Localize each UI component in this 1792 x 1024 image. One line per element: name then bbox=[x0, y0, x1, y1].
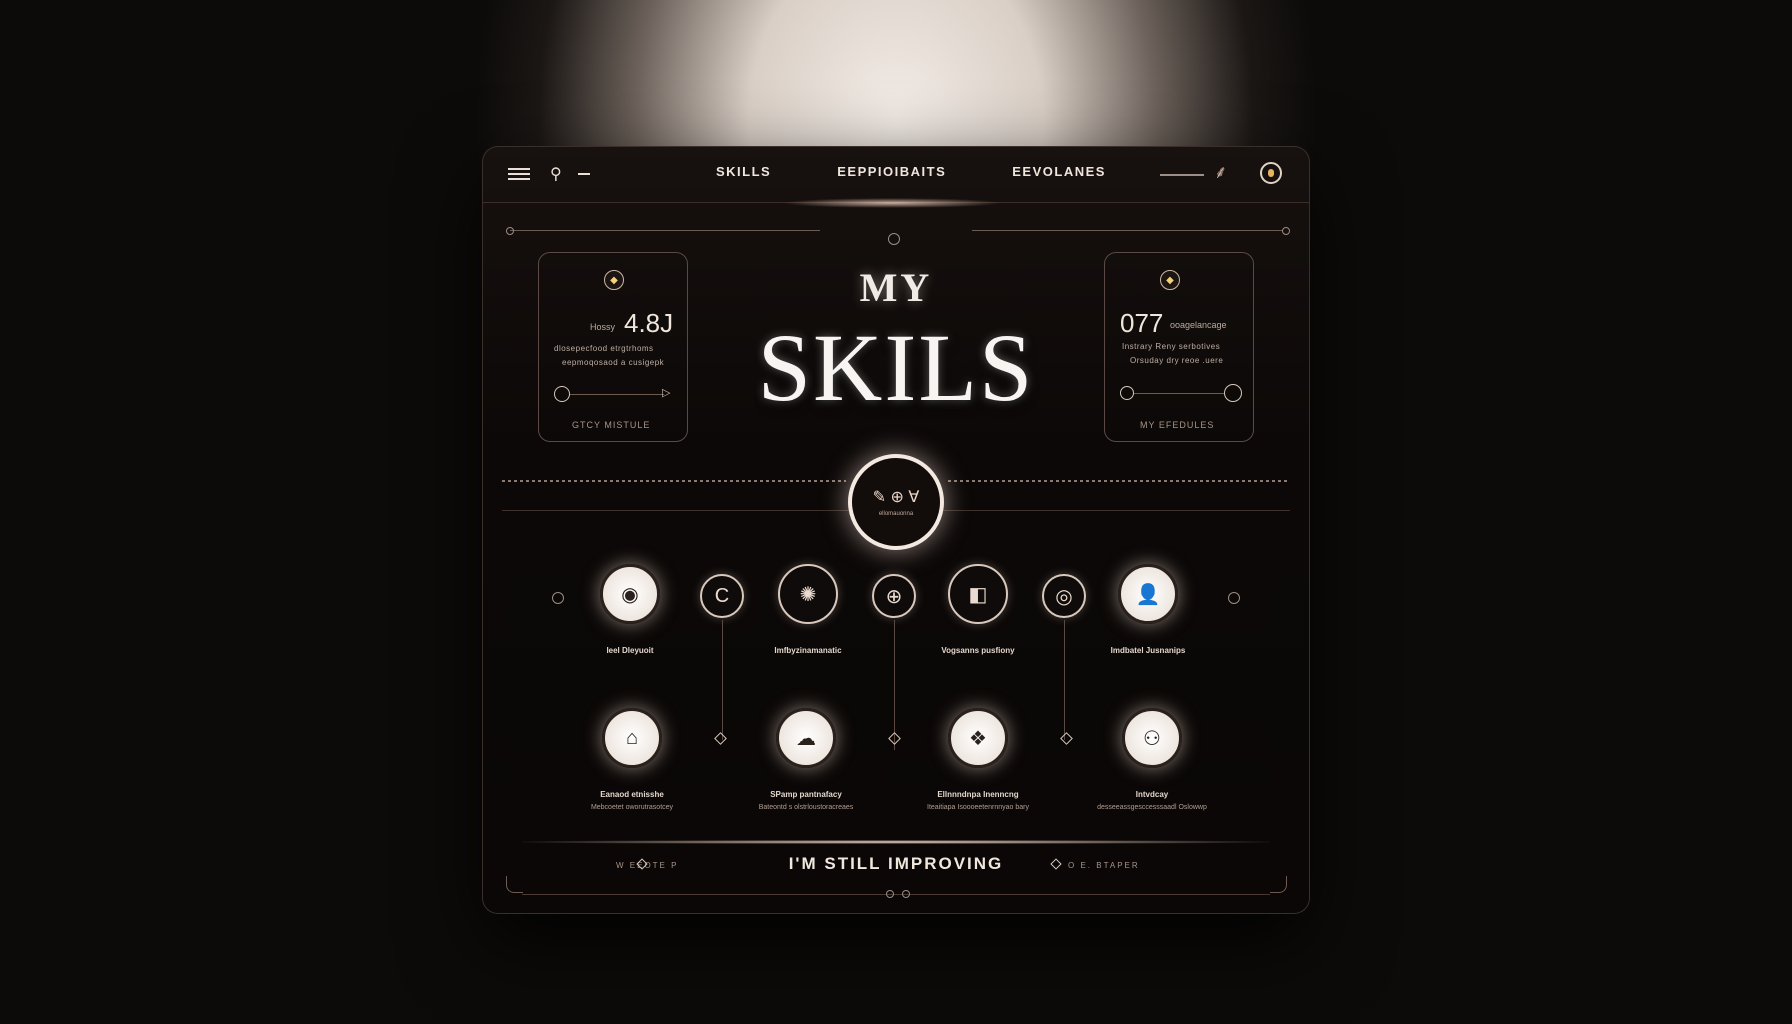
cube-icon: ◧ bbox=[968, 583, 988, 606]
divider-line bbox=[510, 230, 820, 231]
timeline-track-left bbox=[502, 480, 846, 482]
nav-tabs: SKILLS EEPPIOIBAITS EEVOLANES bbox=[716, 164, 1106, 179]
skill-cube[interactable]: ◧ bbox=[948, 564, 1008, 624]
skill-label: Intvdcay bbox=[1135, 790, 1169, 799]
nav-slider[interactable] bbox=[1160, 174, 1204, 176]
tab-skills[interactable]: SKILLS bbox=[716, 164, 771, 179]
skill-label: Ieel Dleyuoit bbox=[606, 646, 654, 655]
page-title: SKILS bbox=[757, 314, 1035, 421]
divider-dot bbox=[506, 227, 514, 235]
skill-diamond-grid[interactable]: ❖ bbox=[948, 708, 1008, 768]
skill-sublabel: Iteaitiapa Isoooeetenrnnyao bary bbox=[927, 804, 1029, 811]
connector-line bbox=[894, 620, 895, 750]
skill-label: Imdbatel Jusnanips bbox=[1110, 646, 1186, 655]
row-start-dot bbox=[552, 592, 564, 604]
corner-ornament bbox=[1270, 876, 1287, 893]
signature-icon: ✎ ⊕ Ɐ bbox=[872, 489, 920, 506]
top-nav-bar: ⚲ SKILLS EEPPIOIBAITS EEVOLANES ⸙ bbox=[482, 146, 1310, 203]
skills-panel: ⚲ SKILLS EEPPIOIBAITS EEVOLANES ⸙ ◆ Hoss… bbox=[482, 146, 1310, 914]
skill-lens[interactable]: ◎ bbox=[1042, 574, 1086, 618]
heading-my: MY bbox=[859, 265, 933, 310]
center-skill-button[interactable]: ✎ ⊕ Ɐ ellomauonna bbox=[848, 454, 944, 550]
profile-button[interactable] bbox=[1260, 162, 1282, 184]
menu-icon[interactable] bbox=[508, 168, 530, 180]
location-pin-icon[interactable]: ⚲ bbox=[550, 164, 562, 184]
share-icon: ⚇ bbox=[1143, 727, 1161, 750]
skill-lock[interactable]: ⌂ bbox=[602, 708, 662, 768]
skill-eye[interactable]: ◉ bbox=[600, 564, 660, 624]
skill-cloud[interactable]: ☁ bbox=[776, 708, 836, 768]
dash-icon bbox=[578, 173, 590, 175]
skill-share[interactable]: ⚇ bbox=[1122, 708, 1182, 768]
cloud-icon: ☁ bbox=[796, 727, 816, 750]
diamond-grid-icon: ❖ bbox=[969, 727, 987, 750]
skill-label: Ellnnndnpa Inenncng bbox=[937, 790, 1019, 799]
skill-user[interactable]: 👤 bbox=[1118, 564, 1178, 624]
row-end-dot bbox=[1228, 592, 1240, 604]
divider-line bbox=[972, 230, 1282, 231]
divider-dot bbox=[1282, 227, 1290, 235]
c-icon: C bbox=[714, 584, 730, 607]
footer-title: I'M STILL IMPROVING bbox=[788, 854, 1004, 873]
tab-experiences[interactable]: EEPPIOIBAITS bbox=[837, 164, 946, 179]
skill-label: SPamp pantnafacy bbox=[770, 790, 842, 799]
lens-icon: ◎ bbox=[1055, 585, 1073, 608]
skill-sublabel: desseeassgesccesssaadl Oslowwp bbox=[1097, 804, 1207, 811]
globe-icon: ⊕ bbox=[885, 585, 903, 608]
connector-line bbox=[1064, 620, 1065, 740]
skill-label: Vogsanns pusfiony bbox=[941, 646, 1015, 655]
skill-c[interactable]: C bbox=[700, 574, 744, 618]
profile-dot-icon bbox=[1268, 169, 1274, 177]
skill-sublabel: Bateontd s olstrloustoracreaes bbox=[758, 804, 854, 811]
skill-label: Imfbyzinamanatic bbox=[774, 646, 842, 655]
center-button-caption: ellomauonna bbox=[878, 511, 914, 517]
corner-ornament bbox=[506, 876, 523, 893]
footer-right-text: O E. BTAPER bbox=[1068, 861, 1140, 870]
footer-dot bbox=[902, 890, 910, 898]
skill-globe[interactable]: ⊕ bbox=[872, 574, 916, 618]
skill-sublabel: Mebcoetet oworutrasotcey bbox=[590, 804, 674, 811]
divider-node bbox=[888, 233, 900, 245]
lock-icon: ⌂ bbox=[625, 726, 639, 749]
user-icon: 👤 bbox=[1135, 583, 1161, 606]
connector-diamond-icon bbox=[888, 732, 901, 745]
footer-dot bbox=[886, 890, 894, 898]
top-glow bbox=[782, 198, 1002, 208]
connector-diamond-icon bbox=[1060, 732, 1073, 745]
skill-aperture[interactable]: ✺ bbox=[778, 564, 838, 624]
connector-diamond-icon bbox=[714, 732, 727, 745]
connector-line bbox=[722, 620, 723, 740]
footer-left-text: W EEOTE P bbox=[616, 861, 679, 870]
footer-glow bbox=[522, 840, 1270, 844]
brush-icon[interactable]: ⸙ bbox=[1214, 160, 1228, 184]
tab-evolves[interactable]: EEVOLANES bbox=[1012, 164, 1106, 179]
footer-line bbox=[522, 894, 1270, 895]
aperture-icon: ✺ bbox=[799, 583, 817, 606]
skill-label: Eanaod etnisshe bbox=[600, 790, 664, 799]
timeline-track-right bbox=[948, 480, 1290, 482]
eye-icon: ◉ bbox=[621, 583, 639, 606]
